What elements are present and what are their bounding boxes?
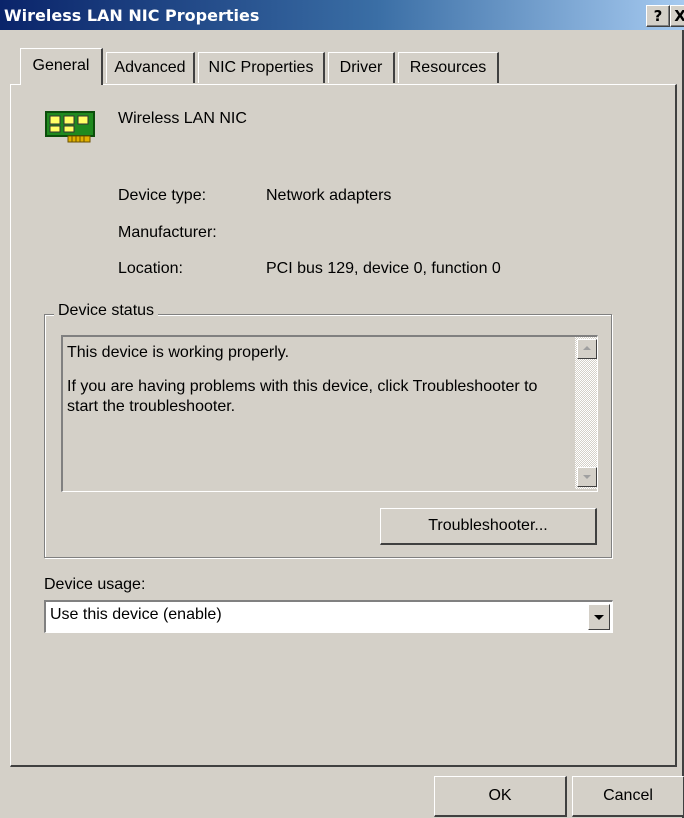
device-status-textbox[interactable]: This device is working properly. If you …: [61, 335, 598, 492]
tab-advanced[interactable]: Advanced: [106, 52, 195, 83]
troubleshooter-button[interactable]: Troubleshooter...: [380, 508, 597, 545]
window-title: Wireless LAN NIC Properties: [4, 6, 260, 25]
tab-driver[interactable]: Driver: [328, 52, 395, 83]
status-scrollbar[interactable]: [575, 337, 597, 489]
dropdown-button[interactable]: [588, 604, 610, 630]
scroll-down-button[interactable]: [577, 467, 597, 487]
chevron-up-icon: [583, 346, 591, 350]
device-name: Wireless LAN NIC: [118, 110, 247, 127]
chevron-down-icon: [583, 475, 591, 479]
scroll-up-button[interactable]: [577, 339, 597, 359]
tab-general[interactable]: General: [20, 48, 103, 85]
device-usage-label: Device usage:: [44, 576, 146, 593]
status-message: This device is working properly.: [67, 344, 290, 361]
network-card-icon: [45, 111, 95, 143]
device-type-label: Device type:: [118, 187, 207, 204]
device-type-value: Network adapters: [266, 187, 392, 204]
device-status-caption: Device status: [54, 302, 159, 320]
cancel-button[interactable]: Cancel: [572, 776, 684, 817]
status-help-message: If you are having problems with this dev…: [67, 378, 538, 415]
device-status-text: This device is working properly. If you …: [67, 343, 569, 417]
tab-resources[interactable]: Resources: [398, 52, 499, 83]
help-button[interactable]: ?: [646, 5, 670, 27]
device-usage-select[interactable]: Use this device (enable): [44, 600, 613, 633]
tab-nic-properties[interactable]: NIC Properties: [198, 52, 325, 83]
manufacturer-label: Manufacturer:: [118, 224, 217, 241]
properties-dialog: Wireless LAN NIC Properties ? X General …: [0, 0, 684, 818]
title-bar[interactable]: Wireless LAN NIC Properties ? X: [0, 0, 684, 30]
close-button[interactable]: X: [670, 5, 684, 27]
chevron-down-icon: [594, 615, 604, 620]
device-usage-value: Use this device (enable): [50, 606, 222, 623]
location-label: Location:: [118, 260, 183, 277]
location-value: PCI bus 129, device 0, function 0: [266, 260, 501, 277]
ok-button[interactable]: OK: [434, 776, 567, 817]
